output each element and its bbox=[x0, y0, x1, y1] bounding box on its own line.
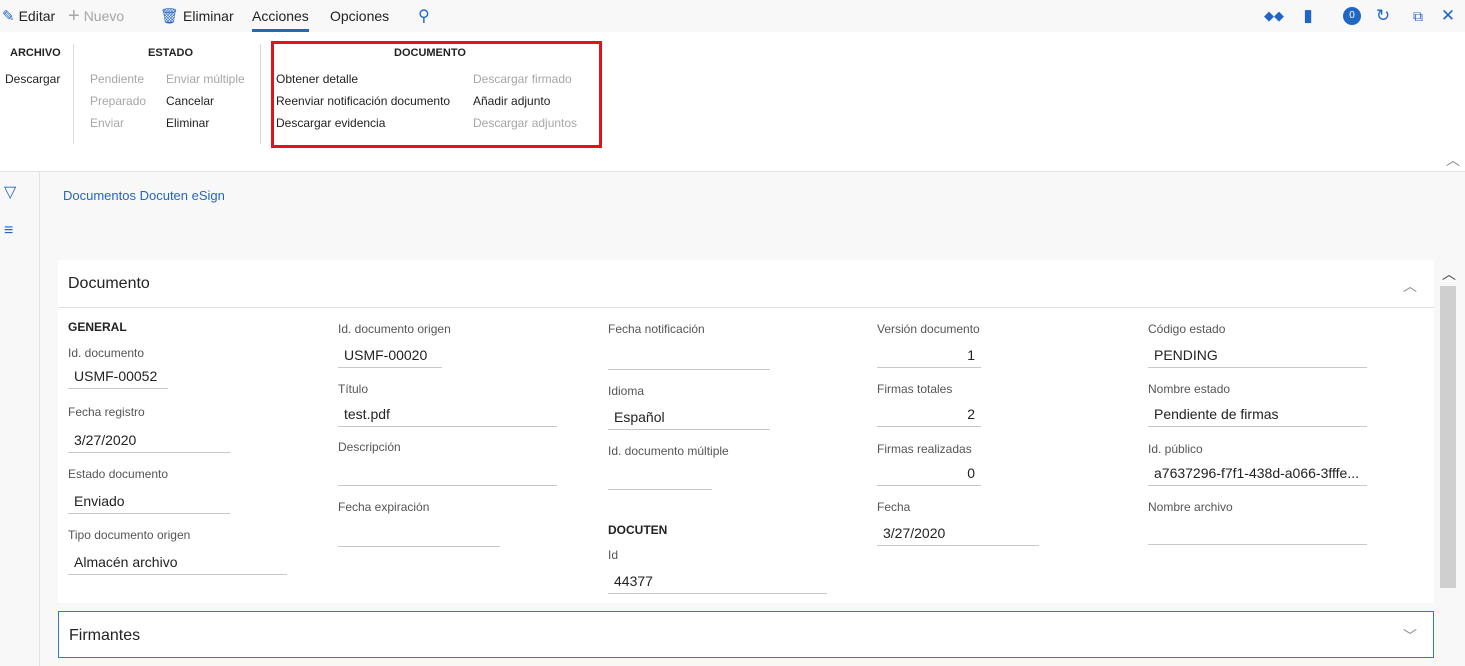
documento-card: Documento ︿ GENERAL Id. documento USMF-0… bbox=[58, 260, 1434, 603]
divider bbox=[260, 44, 261, 144]
fecha-expiracion-field[interactable] bbox=[338, 521, 500, 547]
edit-button[interactable]: ✎ Editar bbox=[2, 0, 55, 32]
nombre-estado-field[interactable]: Pendiente de firmas bbox=[1148, 401, 1367, 427]
codigo-estado-label: Código estado bbox=[1148, 322, 1226, 336]
documento-card-header[interactable]: Documento ︿ bbox=[58, 260, 1434, 308]
descargar-button[interactable]: Descargar bbox=[5, 72, 60, 86]
fecha-field[interactable]: 3/27/2020 bbox=[877, 520, 1039, 546]
open-new-window-icon[interactable]: ⧉ bbox=[1406, 4, 1430, 28]
left-rail: ▽ ≡ bbox=[0, 172, 40, 666]
idioma-label: Idioma bbox=[608, 384, 645, 398]
version-documento-field[interactable]: 1 bbox=[877, 342, 981, 368]
id-documento-origen-label: Id. documento origen bbox=[338, 322, 451, 336]
documento-card-title: Documento bbox=[68, 275, 150, 292]
firmas-realizadas-field[interactable]: 0 bbox=[877, 460, 981, 486]
codigo-estado-field[interactable]: PENDING bbox=[1148, 342, 1367, 368]
new-label: Nuevo bbox=[83, 8, 125, 24]
pendiente-button[interactable]: Pendiente bbox=[90, 72, 144, 86]
id-documento-origen-field[interactable]: USMF-00020 bbox=[338, 342, 442, 368]
version-documento-label: Versión documento bbox=[877, 322, 980, 336]
notification-count: 0 bbox=[1343, 7, 1361, 25]
tipo-documento-origen-field[interactable]: Almacén archivo bbox=[68, 549, 287, 575]
filter-icon[interactable]: ▽ bbox=[4, 182, 16, 202]
titulo-label: Título bbox=[338, 382, 369, 396]
eliminar-estado-button[interactable]: Eliminar bbox=[166, 116, 209, 130]
enviar-button[interactable]: Enviar bbox=[90, 116, 124, 130]
scrollbar-thumb[interactable] bbox=[1440, 286, 1456, 588]
office-icon[interactable]: ▮ bbox=[1296, 4, 1320, 28]
pencil-icon: ✎ bbox=[2, 8, 15, 25]
tab-opciones[interactable]: Opciones bbox=[330, 0, 389, 32]
firmas-totales-label: Firmas totales bbox=[877, 382, 953, 396]
scroll-up-icon[interactable]: ︿ bbox=[1442, 264, 1456, 284]
id-documento-label: Id. documento bbox=[68, 346, 145, 360]
estado-documento-label: Estado documento bbox=[68, 467, 169, 481]
diamond-icon[interactable]: ◆◆ bbox=[1262, 4, 1286, 28]
id-publico-label: Id. público bbox=[1148, 442, 1203, 456]
tipo-documento-origen-label: Tipo documento origen bbox=[68, 528, 191, 542]
fecha-expiracion-label: Fecha expiración bbox=[338, 500, 430, 514]
idioma-field[interactable]: Español bbox=[608, 404, 770, 430]
titulo-field[interactable]: test.pdf bbox=[338, 401, 557, 427]
estado-documento-field[interactable]: Enviado bbox=[68, 488, 230, 514]
id-documento-multiple-label: Id. documento múltiple bbox=[608, 444, 729, 458]
group-estado-title: ESTADO bbox=[148, 47, 194, 59]
nombre-archivo-label: Nombre archivo bbox=[1148, 500, 1233, 514]
highlight-box bbox=[271, 41, 602, 148]
chevron-down-icon[interactable]: ﹀ bbox=[1403, 626, 1417, 646]
nombre-estado-label: Nombre estado bbox=[1148, 382, 1231, 396]
group-archivo-title: ARCHIVO bbox=[10, 47, 61, 59]
firmantes-card-header[interactable]: Firmantes ﹀ bbox=[58, 611, 1434, 658]
close-icon[interactable]: ✕ bbox=[1436, 4, 1460, 28]
trash-icon: 🗑 bbox=[160, 8, 180, 25]
delete-button[interactable]: 🗑 Eliminar bbox=[160, 0, 234, 32]
tab-acciones-label: Acciones bbox=[252, 8, 309, 24]
cancelar-button[interactable]: Cancelar bbox=[166, 94, 214, 108]
id-documento-field[interactable]: USMF-00052 bbox=[68, 363, 168, 389]
fecha-registro-label: Fecha registro bbox=[68, 405, 145, 419]
id-label: Id bbox=[608, 548, 619, 562]
fecha-label: Fecha bbox=[877, 500, 911, 514]
edit-label: Editar bbox=[18, 8, 56, 24]
fecha-notificacion-label: Fecha notificación bbox=[608, 322, 705, 336]
enviar-multiple-button[interactable]: Enviar múltiple bbox=[166, 72, 245, 86]
descripcion-label: Descripción bbox=[338, 440, 401, 454]
action-toolbar: ✎ Editar + Nuevo 🗑 Eliminar Acciones Opc… bbox=[0, 0, 1465, 32]
new-button[interactable]: + Nuevo bbox=[68, 0, 124, 32]
chevron-up-icon[interactable]: ︿ bbox=[1403, 276, 1417, 296]
firmas-realizadas-label: Firmas realizadas bbox=[877, 442, 972, 456]
list-icon[interactable]: ≡ bbox=[4, 222, 13, 240]
search-icon[interactable]: ⚲ bbox=[418, 0, 430, 32]
divider bbox=[73, 44, 74, 144]
fecha-notificacion-field[interactable] bbox=[608, 344, 770, 370]
page-title-link[interactable]: Documentos Docuten eSign bbox=[63, 188, 225, 203]
ribbon-panel: ARCHIVO Descargar ESTADO Pendiente Prepa… bbox=[0, 32, 1465, 172]
delete-label: Eliminar bbox=[183, 8, 234, 24]
id-field[interactable]: 44377 bbox=[608, 568, 827, 594]
tab-acciones[interactable]: Acciones bbox=[252, 0, 309, 32]
collapse-ribbon-icon[interactable]: ︿ bbox=[1446, 150, 1460, 170]
tab-opciones-label: Opciones bbox=[330, 8, 390, 24]
refresh-icon[interactable]: ↻ bbox=[1371, 4, 1395, 28]
general-section-title: GENERAL bbox=[68, 320, 127, 334]
nombre-archivo-field[interactable] bbox=[1148, 519, 1367, 545]
docuten-section-title: DOCUTEN bbox=[608, 523, 668, 537]
firmantes-title: Firmantes bbox=[69, 627, 141, 644]
notifications-icon[interactable]: 0 bbox=[1340, 4, 1364, 28]
id-publico-field[interactable]: a7637296-f7f1-438d-a066-3fffe... bbox=[1148, 460, 1367, 486]
id-documento-multiple-field[interactable] bbox=[608, 464, 712, 490]
preparado-button[interactable]: Preparado bbox=[90, 94, 146, 108]
firmas-totales-field[interactable]: 2 bbox=[877, 401, 981, 427]
plus-icon: + bbox=[68, 4, 80, 27]
descripcion-field[interactable] bbox=[338, 460, 557, 486]
fecha-registro-field[interactable]: 3/27/2020 bbox=[68, 427, 230, 453]
